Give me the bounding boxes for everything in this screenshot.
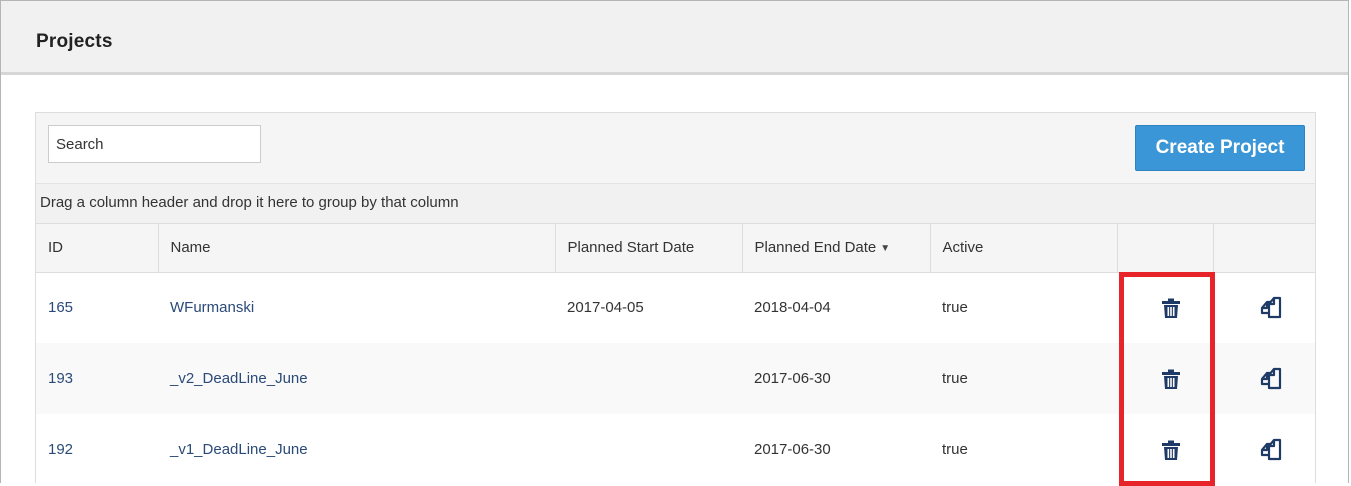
column-header-name[interactable]: Name bbox=[158, 224, 556, 273]
cell-planned-end-date: 2017-06-30 bbox=[742, 343, 930, 414]
project-name-link[interactable]: _v1_DeadLine_June bbox=[170, 441, 308, 458]
group-by-hint: Drag a column header and drop it here to… bbox=[40, 194, 459, 211]
copy-icon[interactable] bbox=[1259, 367, 1283, 391]
project-id-link[interactable]: 192 bbox=[48, 441, 73, 458]
create-project-button[interactable]: Create Project bbox=[1135, 125, 1305, 171]
cell-planned-start-date bbox=[555, 414, 742, 483]
project-name-link[interactable]: _v2_DeadLine_June bbox=[170, 370, 308, 387]
trash-icon[interactable] bbox=[1162, 440, 1180, 460]
page-title: Projects bbox=[36, 31, 113, 52]
projects-table: ID Name Planned Start Date Planned End D… bbox=[36, 224, 1315, 483]
cell-copy bbox=[1213, 272, 1315, 343]
copy-icon[interactable] bbox=[1259, 296, 1283, 320]
table-row[interactable]: 165 WFurmanski 2017-04-05 2018-04-04 tru… bbox=[36, 272, 1315, 343]
cell-copy bbox=[1213, 343, 1315, 414]
table-header-row: ID Name Planned Start Date Planned End D… bbox=[36, 224, 1315, 273]
cell-planned-end-date: 2018-04-04 bbox=[754, 299, 831, 317]
cell-id: 165 bbox=[36, 272, 158, 343]
cell-delete bbox=[1117, 272, 1213, 343]
grid-toolbar: Create Project bbox=[36, 113, 1315, 183]
group-by-drop-zone[interactable]: Drag a column header and drop it here to… bbox=[36, 183, 1315, 224]
column-header-copy bbox=[1213, 224, 1315, 273]
cell-copy bbox=[1213, 414, 1315, 483]
panel-header: Projects bbox=[1, 1, 1348, 75]
cell-active: true bbox=[942, 441, 968, 458]
cell-planned-start-date bbox=[555, 343, 742, 414]
table-row[interactable]: 192 _v1_DeadLine_June 2017-06-30 true bbox=[36, 414, 1315, 483]
trash-icon[interactable] bbox=[1162, 298, 1180, 318]
column-header-id[interactable]: ID bbox=[36, 224, 159, 273]
cell-id: 192 bbox=[36, 414, 158, 483]
trash-icon[interactable] bbox=[1162, 369, 1180, 389]
cell-name: _v1_DeadLine_June bbox=[158, 414, 555, 483]
projects-grid: Create Project Drag a column header and … bbox=[35, 112, 1316, 483]
cell-active: true bbox=[930, 343, 1117, 414]
cell-name: WFurmanski bbox=[158, 272, 555, 343]
cell-planned-start-date: 2017-04-05 bbox=[567, 299, 644, 317]
copy-icon[interactable] bbox=[1259, 438, 1283, 462]
cell-delete bbox=[1117, 414, 1213, 483]
project-id-link[interactable]: 165 bbox=[48, 299, 73, 316]
cell-active: true bbox=[942, 299, 968, 317]
cell-name: _v2_DeadLine_June bbox=[158, 343, 555, 414]
table-row[interactable]: 193 _v2_DeadLine_June 2017-06-30 true bbox=[36, 343, 1315, 414]
project-id-link[interactable]: 193 bbox=[48, 370, 73, 387]
cell-delete bbox=[1117, 343, 1213, 414]
sort-descending-icon: ▼ bbox=[880, 243, 891, 255]
column-header-planned-start-date[interactable]: Planned Start Date bbox=[555, 224, 743, 273]
cell-id: 193 bbox=[36, 343, 158, 414]
search-input[interactable] bbox=[48, 125, 261, 163]
column-header-delete bbox=[1117, 224, 1214, 273]
column-header-planned-end-date[interactable]: Planned End Date ▼ bbox=[742, 224, 931, 273]
project-name-link[interactable]: WFurmanski bbox=[170, 299, 254, 316]
column-header-active[interactable]: Active bbox=[930, 224, 1118, 273]
cell-planned-end-date: 2017-06-30 bbox=[754, 441, 831, 458]
